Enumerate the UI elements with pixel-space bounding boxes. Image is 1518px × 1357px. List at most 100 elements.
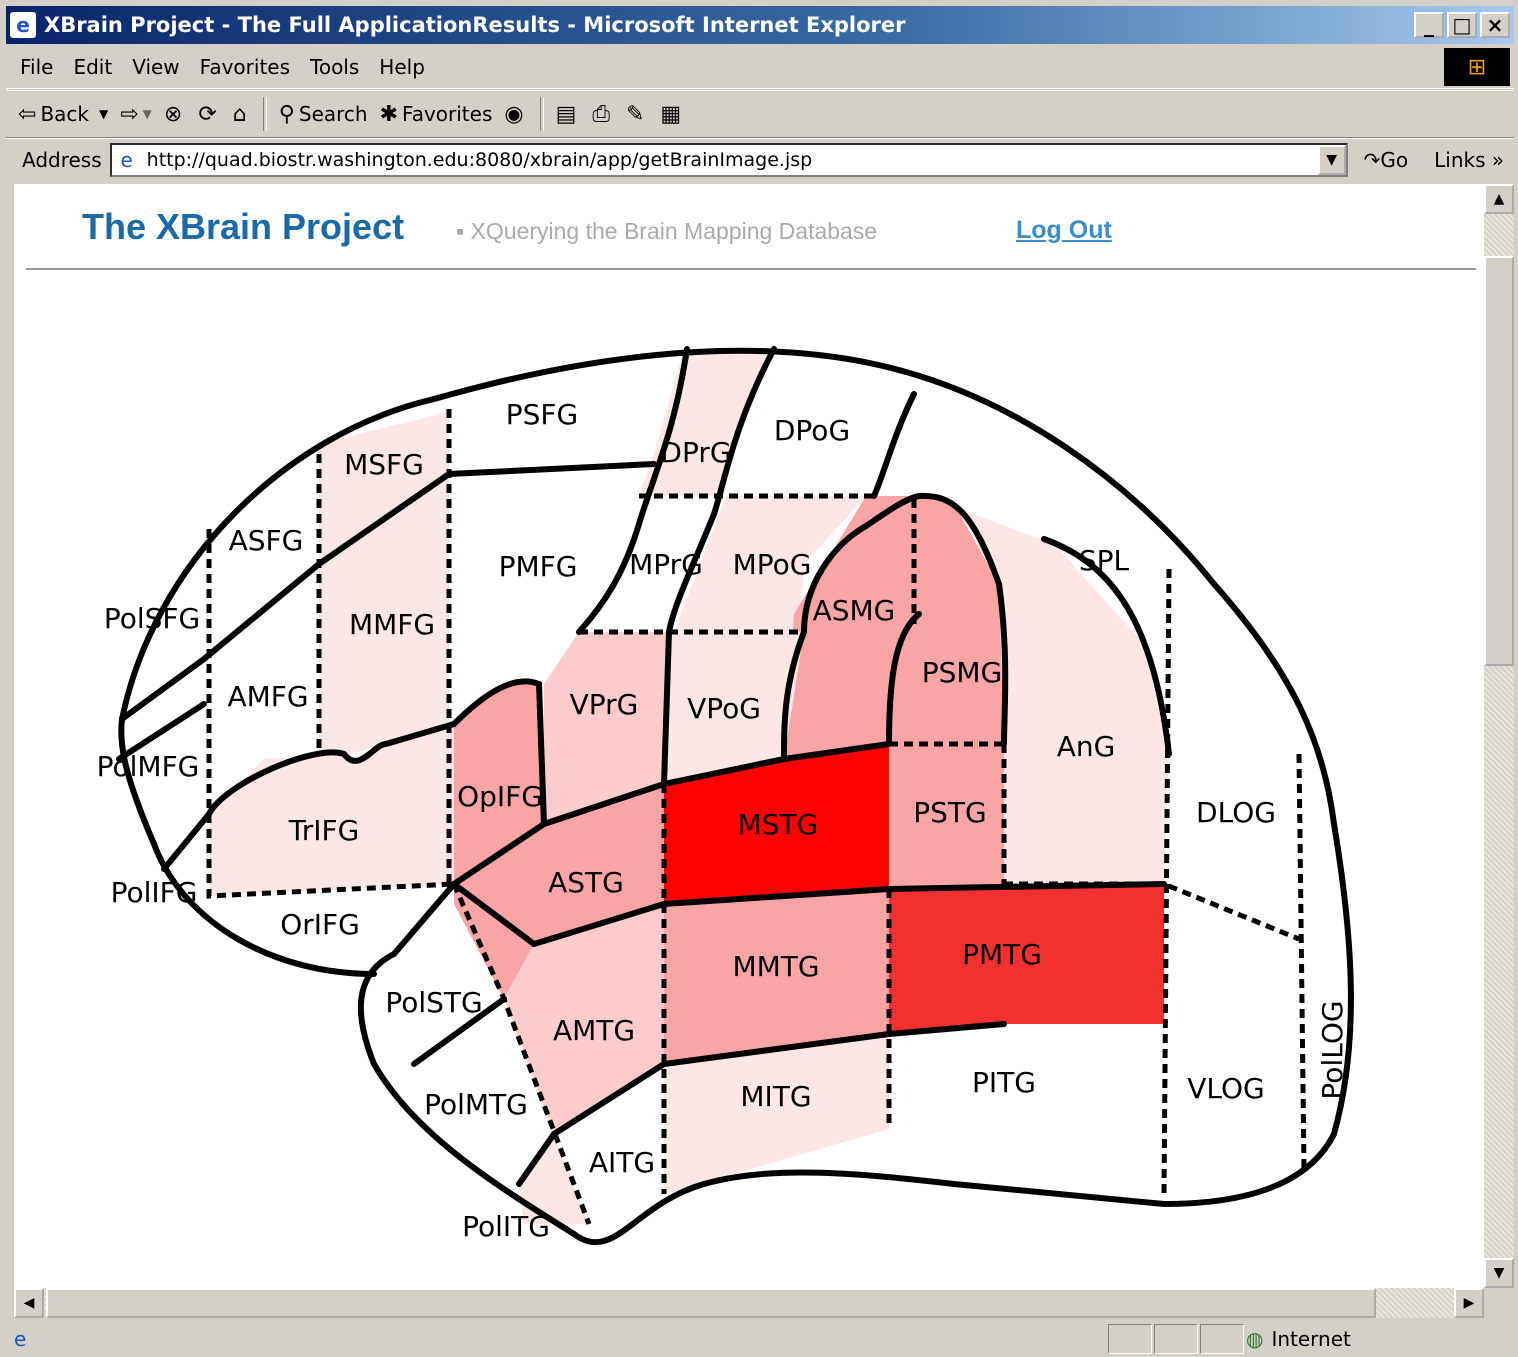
region-label-politg[interactable]: PolITG	[462, 1210, 550, 1243]
region-label-psmg[interactable]: PSMG	[922, 656, 1003, 689]
stop-icon: ⊗	[163, 101, 183, 127]
scroll-right-icon[interactable]: ▶	[1454, 1288, 1484, 1318]
scroll-up-icon[interactable]: ▲	[1484, 184, 1514, 214]
region-label-msfg[interactable]: MSFG	[344, 448, 424, 481]
region-label-mprg[interactable]: MPrG	[629, 548, 703, 581]
region-label-dpog[interactable]: DPoG	[774, 414, 850, 447]
links-button[interactable]: Links »	[1434, 148, 1504, 172]
scroll-left-icon[interactable]: ◀	[14, 1288, 44, 1318]
history-button[interactable]: ▤	[556, 102, 581, 127]
region-label-polmfg[interactable]: PolMFG	[97, 750, 200, 783]
region-label-vpog[interactable]: VPoG	[687, 692, 761, 725]
back-arrow-icon: ⇦	[18, 101, 37, 127]
region-label-asmg[interactable]: ASMG	[813, 594, 896, 627]
region-label-mpog[interactable]: MPoG	[733, 548, 812, 581]
home-button[interactable]: ⌂	[233, 102, 251, 127]
refresh-button[interactable]: ⟳	[198, 102, 220, 127]
region-boundary	[1296, 753, 1307, 1170]
vertical-scrollbar[interactable]: ▲ ▼	[1484, 184, 1514, 1288]
region-label-mitg[interactable]: MITG	[740, 1080, 811, 1113]
go-arrow-icon: ↷	[1363, 148, 1381, 172]
region-label-polmtg[interactable]: PolMTG	[424, 1088, 528, 1121]
status-cell	[1108, 1324, 1152, 1354]
sulcus-line	[161, 811, 212, 872]
region-label-amtg[interactable]: AMTG	[553, 1014, 635, 1047]
page-content: The XBrain Project ▪ XQuerying the Brain…	[14, 184, 1484, 1288]
toolbar-separator	[262, 97, 267, 131]
region-label-pstg[interactable]: PSTG	[913, 796, 986, 829]
stop-button[interactable]: ⊗	[164, 102, 186, 127]
region-label-vprg[interactable]: VPrG	[570, 688, 639, 721]
horizontal-scroll-thumb[interactable]	[46, 1288, 1376, 1318]
vertical-scroll-thumb[interactable]	[1484, 256, 1514, 666]
discuss-button[interactable]: ▦	[660, 102, 685, 127]
region-label-mmfg[interactable]: MMFG	[349, 608, 435, 641]
minimize-button[interactable]: _	[1414, 12, 1444, 38]
media-button[interactable]: ◉	[504, 102, 527, 127]
print-icon: ⎙	[592, 101, 610, 127]
menu-edit[interactable]: Edit	[73, 55, 112, 79]
menu-favorites[interactable]: Favorites	[200, 55, 290, 79]
region-label-mstg[interactable]: MSTG	[738, 808, 819, 841]
address-input[interactable]: e http://quad.biostr.washington.edu:8080…	[109, 143, 1348, 177]
page-status-icon: e	[14, 1326, 27, 1351]
region-label-astg[interactable]: ASTG	[548, 866, 624, 899]
globe-icon: ◍	[1246, 1327, 1264, 1351]
back-dropdown-icon[interactable]: ▼	[99, 107, 108, 121]
edit-button[interactable]: ✎	[626, 102, 648, 127]
favorites-button[interactable]: ✱ Favorites	[380, 102, 493, 127]
region-label-ang[interactable]: AnG	[1057, 730, 1116, 763]
region-label-polsfg[interactable]: PolSFG	[104, 602, 200, 635]
region-label-dlog[interactable]: DLOG	[1196, 796, 1276, 829]
menu-bar: File Edit View Favorites Tools Help ⊞	[6, 46, 1514, 89]
region-label-aitg[interactable]: AITG	[589, 1146, 655, 1179]
menu-help[interactable]: Help	[379, 55, 425, 79]
ie-icon: e	[10, 12, 36, 38]
menu-view[interactable]: View	[132, 55, 179, 79]
region-label-psfg[interactable]: PSFG	[506, 398, 578, 431]
region-label-pmfg[interactable]: PMFG	[499, 550, 578, 583]
edit-icon: ✎	[625, 101, 645, 127]
region-label-opifg[interactable]: OpIFG	[457, 780, 543, 813]
browser-window: e XBrain Project - The Full ApplicationR…	[0, 0, 1518, 1357]
region-label-vlog[interactable]: VLOG	[1187, 1072, 1265, 1105]
discuss-icon: ▦	[660, 101, 682, 127]
menu-tools[interactable]: Tools	[310, 55, 359, 79]
close-button[interactable]: ×	[1480, 12, 1510, 38]
links-label: Links	[1434, 148, 1486, 172]
region-label-polstg[interactable]: PolSTG	[385, 986, 482, 1019]
security-zone: ◍ Internet	[1246, 1324, 1351, 1354]
search-icon: ⚲	[278, 101, 295, 127]
print-button[interactable]: ⎙	[592, 102, 614, 127]
region-label-spl[interactable]: SPL	[1079, 544, 1130, 577]
back-button[interactable]: ⇦ Back ▼	[18, 102, 108, 127]
brain-map: PSFGDPrGDPoGMSFGASFGPolSFGPMFG MPrG MPoGAS…	[97, 346, 1354, 1246]
address-url: http://quad.biostr.washington.edu:8080/x…	[146, 149, 813, 171]
forward-arrow-icon: ⇨	[120, 101, 139, 127]
horizontal-scrollbar[interactable]: ◀ ▶	[14, 1288, 1484, 1318]
favorites-icon: ✱	[379, 101, 399, 127]
region-label-asfg[interactable]: ASFG	[229, 524, 304, 557]
region-label-polifg[interactable]: PolIFG	[111, 876, 198, 909]
region-label-mmtg[interactable]: MMTG	[732, 950, 819, 983]
region-label-amfg[interactable]: AMFG	[227, 680, 308, 713]
address-bar: Address e http://quad.biostr.washington.…	[6, 138, 1514, 181]
region-label-orifg[interactable]: OrIFG	[280, 908, 360, 941]
scroll-down-icon[interactable]: ▼	[1484, 1258, 1514, 1288]
forward-dropdown-icon[interactable]: ▼	[143, 107, 152, 121]
menu-file[interactable]: File	[20, 55, 53, 79]
region-label-pmtg[interactable]: PMTG	[962, 938, 1042, 971]
status-bar: e ◍ Internet	[6, 1322, 1514, 1357]
forward-button[interactable]: ⇨ ▼	[120, 102, 152, 127]
region-label-pitg[interactable]: PITG	[972, 1066, 1036, 1099]
zone-label: Internet	[1271, 1327, 1351, 1351]
go-label: Go	[1380, 148, 1409, 172]
region-label-trifg[interactable]: TrIFG	[288, 814, 360, 847]
go-button[interactable]: ↷ Go	[1364, 148, 1409, 172]
search-button[interactable]: ⚲ Search	[279, 102, 368, 127]
windows-logo-icon: ⊞	[1444, 48, 1510, 86]
maximize-button[interactable]: □	[1447, 12, 1477, 38]
region-label-pollog[interactable]: PolLOG	[1316, 1000, 1349, 1099]
address-dropdown-icon[interactable]: ▼	[1317, 145, 1346, 175]
region-label-dprg[interactable]: DPrG	[660, 436, 731, 469]
